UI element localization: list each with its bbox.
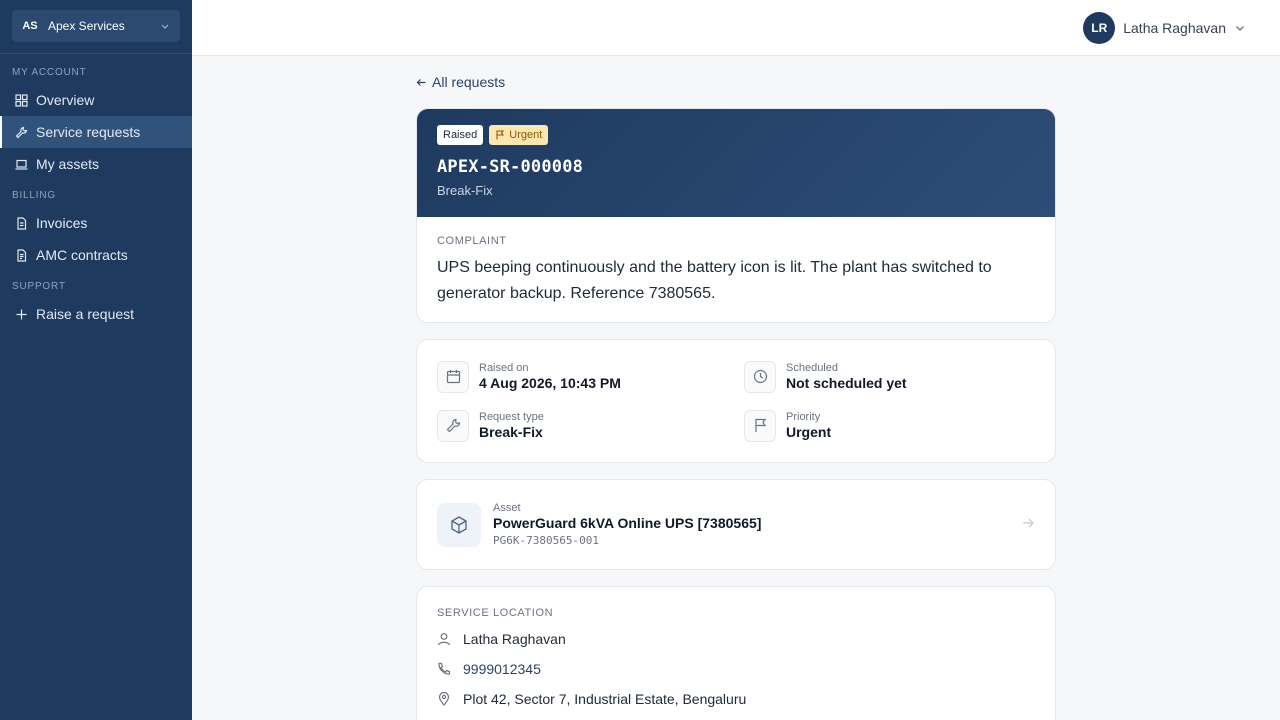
detail-value: Not scheduled yet [786, 375, 907, 391]
wrench-icon [14, 125, 28, 139]
contract-icon [14, 248, 28, 262]
location-phone: 9999012345 [437, 661, 1035, 677]
sidebar-item-raise-request[interactable]: Raise a request [0, 298, 192, 330]
chevron-down-icon [1234, 22, 1246, 34]
asset-name: PowerGuard 6kVA Online UPS [7380565] [493, 515, 762, 531]
chevron-down-icon [158, 21, 172, 31]
back-link[interactable]: All requests [416, 74, 505, 90]
flag-icon [744, 409, 776, 442]
sidebar-item-label: Raise a request [36, 306, 135, 322]
sidebar-item-service-requests[interactable]: Service requests [0, 116, 192, 148]
back-link-label: All requests [432, 74, 506, 90]
flag-icon [495, 130, 505, 140]
location-label: SERVICE LOCATION [437, 607, 554, 619]
sidebar-item-label: AMC contracts [36, 247, 128, 263]
sidebar-item-amc-contracts[interactable]: AMC contracts [0, 239, 192, 271]
calendar-icon [437, 360, 469, 393]
asset-card[interactable]: Asset PowerGuard 6kVA Online UPS [738056… [416, 479, 1056, 570]
detail-label: Scheduled [786, 362, 838, 374]
detail-value: 4 Aug 2026, 10:43 PM [479, 375, 621, 391]
detail-label: Raised on [479, 362, 529, 374]
complaint-section: COMPLAINT UPS beeping continuously and t… [417, 217, 1055, 322]
location-contact: Latha Raghavan [437, 631, 1035, 647]
details-card: Raised on 4 Aug 2026, 10:43 PM Scheduled… [416, 339, 1056, 463]
user-name: Latha Raghavan [1123, 20, 1226, 36]
asset-code: PG6K-7380565-001 [493, 534, 599, 547]
box-icon [437, 502, 481, 547]
plus-icon [14, 307, 28, 321]
complaint-text: UPS beeping continuously and the battery… [437, 259, 992, 302]
sidebar-item-label: Overview [36, 92, 95, 108]
address-text: Plot 42, Sector 7, Industrial Estate, Be… [463, 691, 747, 707]
map-pin-icon [437, 692, 453, 706]
detail-scheduled: Scheduled Not scheduled yet [744, 360, 1034, 393]
location-address: Plot 42, Sector 7, Industrial Estate, Be… [437, 691, 1035, 707]
org-initials: AS [22, 20, 38, 32]
sidebar: AS Apex Services MY ACCOUNT Overview Ser… [0, 0, 192, 720]
org-switcher[interactable]: AS Apex Services [12, 10, 180, 42]
sidebar-item-label: Invoices [36, 215, 88, 231]
top-bar: LR Latha Raghavan [192, 0, 1280, 56]
sidebar-section-billing: BILLING [12, 190, 56, 201]
detail-value: Break-Fix [479, 424, 543, 440]
sidebar-item-overview[interactable]: Overview [0, 84, 192, 116]
detail-raised-on: Raised on 4 Aug 2026, 10:43 PM [437, 360, 744, 393]
org-name: Apex Services [48, 19, 125, 33]
priority-badge-label: Urgent [509, 129, 543, 141]
phone-icon [437, 662, 453, 676]
detail-label: Request type [479, 411, 544, 423]
detail-value: Urgent [786, 424, 832, 440]
avatar: LR [1083, 12, 1116, 44]
detail-priority: Priority Urgent [744, 409, 1034, 442]
clock-icon [744, 360, 776, 393]
contact-name: Latha Raghavan [463, 631, 566, 647]
arrow-left-icon [416, 77, 428, 88]
document-icon [14, 216, 28, 230]
request-id: APEX-SR-000008 [437, 157, 584, 177]
sidebar-section-support: SUPPORT [12, 281, 66, 292]
detail-request-type: Request type Break-Fix [437, 409, 744, 442]
phone-link[interactable]: 9999012345 [463, 661, 541, 677]
laptop-icon [14, 157, 28, 171]
sidebar-item-label: My assets [36, 156, 100, 172]
sidebar-item-my-assets[interactable]: My assets [0, 148, 192, 180]
sidebar-item-label: Service requests [36, 124, 141, 140]
sidebar-item-invoices[interactable]: Invoices [0, 207, 192, 239]
asset-label: Asset [493, 502, 521, 514]
request-type: Break-Fix [437, 183, 493, 198]
priority-badge: Urgent [489, 125, 549, 145]
arrow-right-icon [1021, 516, 1035, 530]
user-icon [437, 632, 453, 646]
sidebar-section-my-account: MY ACCOUNT [12, 67, 87, 78]
status-badge: Raised [437, 125, 484, 145]
user-menu[interactable]: LR Latha Raghavan [1083, 12, 1246, 44]
request-header: Raised Urgent APEX-SR-000008 Break-Fix [417, 109, 1055, 217]
wrench-icon [437, 409, 469, 442]
grid-icon [14, 93, 28, 107]
complaint-label: COMPLAINT [437, 235, 507, 247]
service-location-card: SERVICE LOCATION Latha Raghavan 99990123… [416, 586, 1056, 720]
request-card: Raised Urgent APEX-SR-000008 Break-Fix C… [416, 108, 1056, 323]
detail-label: Priority [786, 411, 821, 423]
sidebar-divider [0, 53, 192, 54]
